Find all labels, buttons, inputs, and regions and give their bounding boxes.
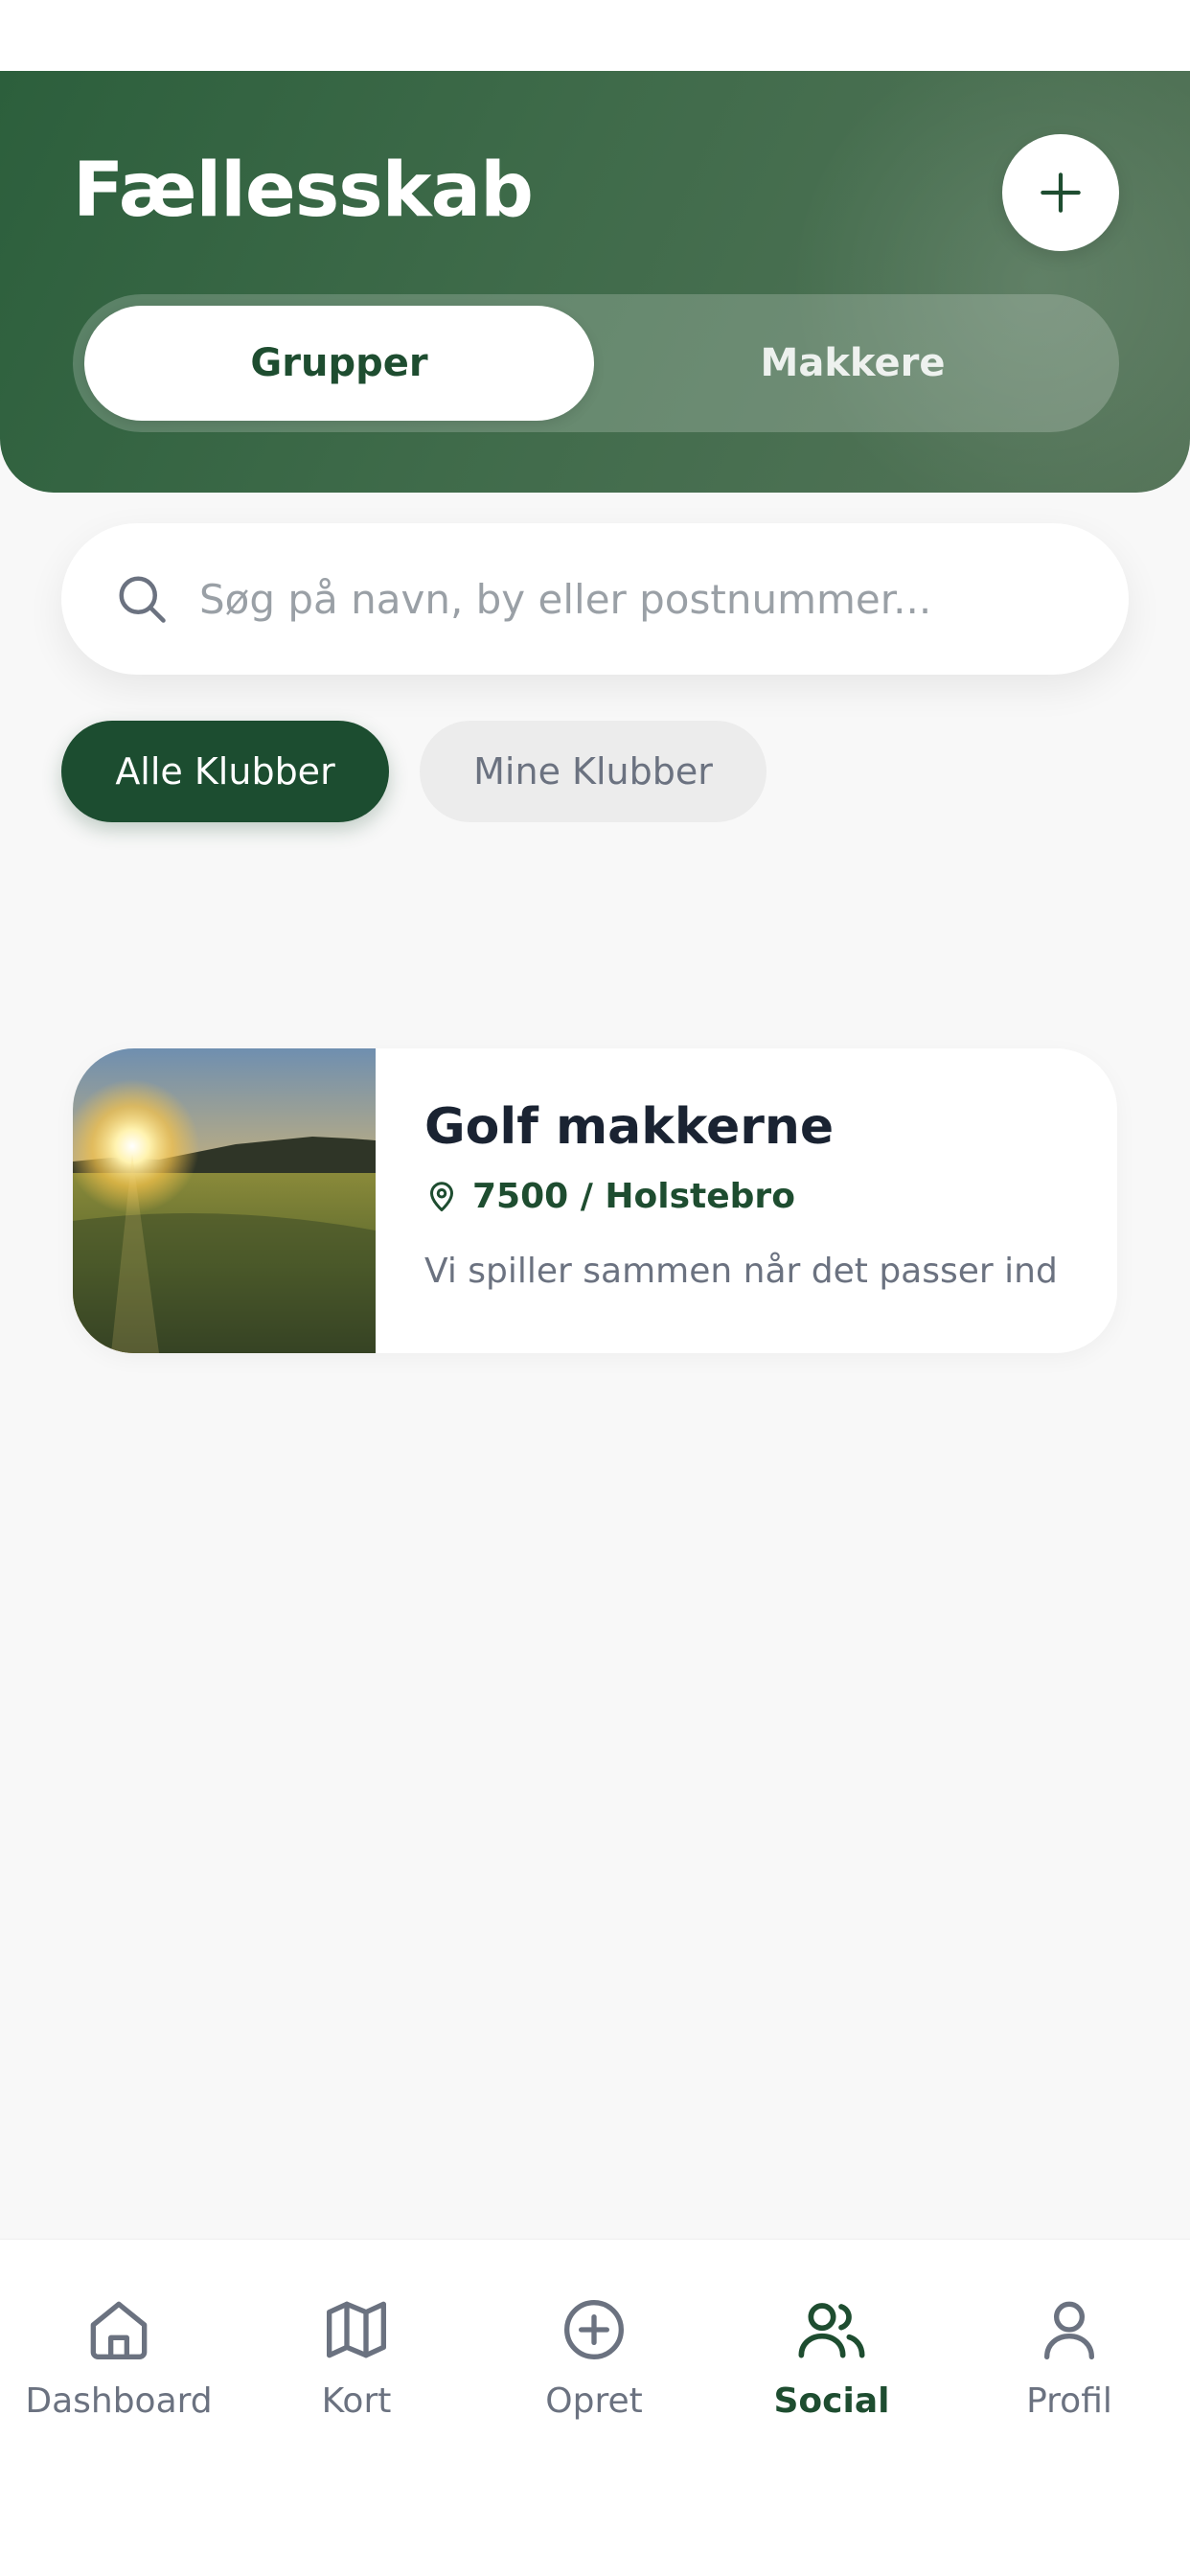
tab-makkere[interactable]: Makkere [598, 306, 1108, 421]
page-header: Fællesskab Grupper Makkere [0, 71, 1190, 493]
nav-label-opret: Opret [545, 2381, 643, 2421]
segment-control: Grupper Makkere [73, 294, 1119, 432]
group-description: Vi spiller sammen når det passer ind [424, 1252, 1058, 1291]
plus-icon [1041, 172, 1081, 213]
search-bar[interactable] [61, 523, 1129, 675]
home-icon [90, 2301, 148, 2359]
bottom-nav: Dashboard Kort Opret Social Profil [0, 2239, 1190, 2576]
page-title: Fællesskab [73, 148, 534, 234]
nav-label-profil: Profil [1026, 2381, 1112, 2421]
search-input[interactable] [199, 561, 1110, 637]
group-image [73, 1048, 376, 1353]
nav-item-opret[interactable]: Opret [475, 2291, 713, 2445]
filter-chip-alle-klubber[interactable]: Alle Klubber [61, 721, 389, 822]
nav-item-dashboard[interactable]: Dashboard [0, 2291, 238, 2445]
status-bar [0, 0, 1190, 71]
filter-chip-mine-klubber[interactable]: Mine Klubber [420, 721, 767, 822]
user-icon [1044, 2301, 1094, 2359]
group-location-text: 7500 / Holstebro [472, 1177, 795, 1216]
group-location: 7500 / Holstebro [424, 1177, 795, 1216]
users-icon [798, 2303, 865, 2358]
group-title: Golf makkerne [424, 1098, 835, 1156]
nav-label-dashboard: Dashboard [25, 2381, 213, 2421]
nav-label-kort: Kort [321, 2381, 392, 2421]
nav-item-profil[interactable]: Profil [950, 2291, 1188, 2445]
search-icon [113, 570, 171, 628]
add-group-button[interactable] [1002, 134, 1119, 251]
tab-grupper[interactable]: Grupper [84, 306, 594, 421]
nav-item-kort[interactable]: Kort [238, 2291, 475, 2445]
nav-item-social[interactable]: Social [713, 2291, 950, 2445]
map-icon [327, 2301, 387, 2358]
group-card[interactable]: Golf makkerne 7500 / Holstebro Vi spille… [73, 1048, 1117, 1353]
nav-label-social: Social [773, 2381, 890, 2421]
map-pin-icon [430, 1181, 453, 1211]
plus-circle-icon [564, 2300, 624, 2359]
